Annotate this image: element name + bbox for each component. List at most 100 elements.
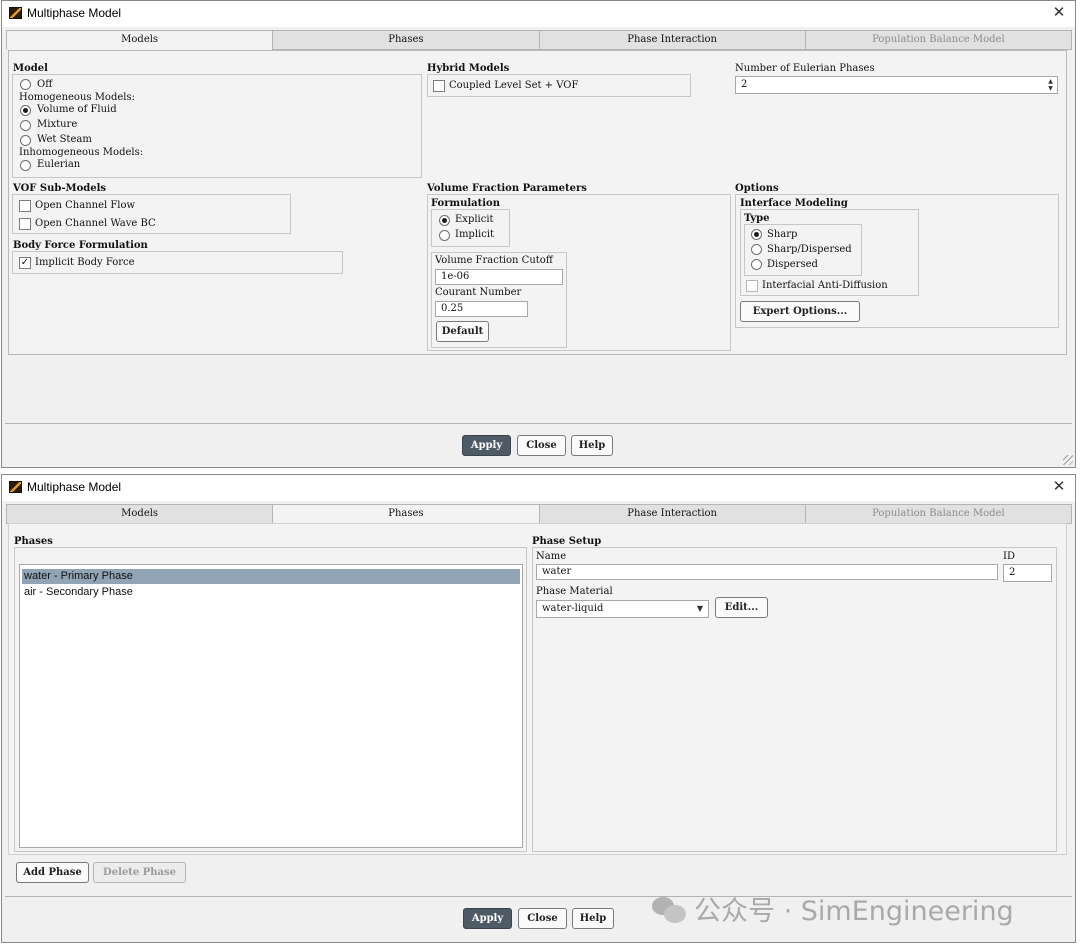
tab-models[interactable]: Models [6, 504, 274, 524]
interfacial-anti-diffusion-checkbox[interactable] [746, 280, 758, 292]
default-button[interactable]: Default [436, 321, 489, 342]
radio-sharp-dispersed-label: Sharp/Dispersed [767, 244, 852, 255]
eulerian-phases-input[interactable]: 2 ▲ ▼ [735, 76, 1058, 94]
vf-cutoff-input[interactable]: 1e-06 [435, 269, 563, 285]
phase-id-label: ID [1003, 551, 1015, 562]
eulerian-phases-label: Number of Eulerian Phases [735, 63, 875, 74]
apply-button[interactable]: Apply [463, 908, 512, 929]
chevron-down-icon: ▼ [696, 604, 703, 613]
radio-implicit-label: Implicit [455, 229, 495, 240]
phases-panel: Phases water - Primary Phase air - Secon… [8, 523, 1067, 855]
radio-dispersed[interactable] [751, 259, 762, 270]
close-button[interactable]: Close [517, 435, 566, 456]
tab-population-balance-model: Population Balance Model [804, 504, 1072, 524]
radio-off-label: Off [37, 79, 53, 90]
phase-material-dropdown[interactable]: water-liquid ▼ [536, 600, 709, 618]
radio-off[interactable] [20, 79, 31, 90]
hybrid-models-heading: Hybrid Models [427, 63, 510, 74]
tab-population-balance-model: Population Balance Model [804, 30, 1072, 50]
multiphase-model-window-phases: Multiphase Model ✕ Models Phases Phase I… [1, 474, 1076, 943]
formulation-heading: Formulation [431, 198, 500, 209]
resize-grip-icon[interactable] [1063, 455, 1073, 465]
wechat-icon [652, 895, 688, 925]
tab-phase-interaction[interactable]: Phase Interaction [538, 504, 806, 524]
tab-phase-interaction[interactable]: Phase Interaction [538, 30, 806, 50]
inhomogeneous-models-label: Inhomogeneous Models: [19, 147, 144, 158]
watermark-text: 公众号 · SimEngineering [694, 896, 1014, 927]
window-title: Multiphase Model [27, 6, 122, 20]
radio-implicit[interactable] [439, 230, 450, 241]
fluent-app-icon [9, 481, 22, 493]
help-button[interactable]: Help [572, 908, 614, 929]
expert-options-button[interactable]: Expert Options... [740, 301, 860, 322]
homogeneous-models-label: Homogeneous Models: [19, 92, 135, 103]
open-channel-wave-bc-label: Open Channel Wave BC [35, 218, 156, 229]
radio-sharp[interactable] [751, 229, 762, 240]
type-heading: Type [744, 213, 770, 224]
delete-phase-button: Delete Phase [93, 862, 186, 883]
radio-mixture[interactable] [20, 120, 31, 131]
coupled-level-set-checkbox[interactable] [433, 80, 445, 92]
radio-eulerian[interactable] [20, 160, 31, 171]
edit-material-button[interactable]: Edit... [715, 597, 768, 618]
interface-modeling-heading: Interface Modeling [740, 198, 848, 209]
courant-number-label: Courant Number [435, 287, 522, 298]
watermark: 公众号 · SimEngineering [652, 889, 1014, 927]
apply-button[interactable]: Apply [462, 435, 511, 456]
close-button[interactable]: Close [518, 908, 567, 929]
close-icon[interactable]: ✕ [1049, 3, 1069, 23]
button-separator [5, 423, 1072, 424]
tab-phases[interactable]: Phases [272, 504, 540, 524]
implicit-body-force-label: Implicit Body Force [35, 257, 135, 268]
radio-dispersed-label: Dispersed [767, 259, 818, 270]
list-item-water-primary[interactable]: water - Primary Phase [22, 569, 520, 584]
eulerian-phases-value: 2 [741, 79, 748, 90]
implicit-body-force-checkbox[interactable]: ✓ [19, 257, 31, 269]
radio-wet-steam-label: Wet Steam [37, 134, 92, 145]
vf-params-heading: Volume Fraction Parameters [427, 183, 587, 194]
radio-mixture-label: Mixture [37, 119, 78, 130]
coupled-level-set-label: Coupled Level Set + VOF [449, 80, 579, 91]
model-heading: Model [13, 63, 48, 74]
close-icon[interactable]: ✕ [1049, 477, 1069, 497]
courant-number-input[interactable]: 0.25 [435, 301, 528, 317]
tab-models[interactable]: Models [6, 30, 274, 50]
body-force-heading: Body Force Formulation [13, 240, 148, 251]
phase-name-input[interactable]: water [536, 564, 998, 580]
models-panel: Model Off Homogeneous Models: Volume of … [8, 50, 1067, 355]
fluent-app-icon [9, 7, 22, 19]
options-heading: Options [735, 183, 779, 194]
radio-wet-steam[interactable] [20, 135, 31, 146]
phase-material-label: Phase Material [536, 586, 613, 597]
multiphase-model-window-models: Multiphase Model ✕ Models Phases Phase I… [1, 0, 1076, 468]
list-item-air-secondary[interactable]: air - Secondary Phase [22, 585, 520, 600]
phase-material-value: water-liquid [542, 603, 604, 614]
vf-cutoff-label: Volume Fraction Cutoff [435, 255, 553, 266]
interfacial-anti-diffusion-label: Interfacial Anti-Diffusion [762, 280, 888, 291]
radio-sharp-label: Sharp [767, 229, 798, 240]
open-channel-wave-bc-checkbox[interactable] [19, 218, 31, 230]
tab-bar: Models Phases Phase Interaction Populati… [6, 504, 1072, 524]
phase-setup-heading: Phase Setup [532, 536, 602, 547]
radio-volume-of-fluid-label: Volume of Fluid [37, 104, 117, 115]
radio-sharp-dispersed[interactable] [751, 244, 762, 255]
radio-eulerian-label: Eulerian [37, 159, 81, 170]
radio-explicit[interactable] [439, 215, 450, 226]
spinner-arrows-icon[interactable]: ▲ ▼ [1046, 78, 1055, 92]
title-bar[interactable]: Multiphase Model ✕ [2, 1, 1075, 27]
open-channel-flow-label: Open Channel Flow [35, 200, 136, 211]
open-channel-flow-checkbox[interactable] [19, 200, 31, 212]
radio-volume-of-fluid[interactable] [20, 105, 31, 116]
vof-sub-models-heading: VOF Sub-Models [13, 183, 107, 194]
tab-phases[interactable]: Phases [272, 30, 540, 50]
help-button[interactable]: Help [571, 435, 613, 456]
add-phase-button[interactable]: Add Phase [16, 862, 89, 883]
phase-id-input[interactable]: 2 [1003, 564, 1052, 582]
tab-bar: Models Phases Phase Interaction Populati… [6, 30, 1072, 50]
title-bar[interactable]: Multiphase Model ✕ [2, 475, 1075, 501]
radio-explicit-label: Explicit [455, 214, 494, 225]
window-title: Multiphase Model [27, 480, 122, 494]
phases-list[interactable]: water - Primary Phase air - Secondary Ph… [19, 564, 523, 848]
phase-name-label: Name [536, 551, 567, 562]
phases-heading: Phases [14, 536, 53, 547]
